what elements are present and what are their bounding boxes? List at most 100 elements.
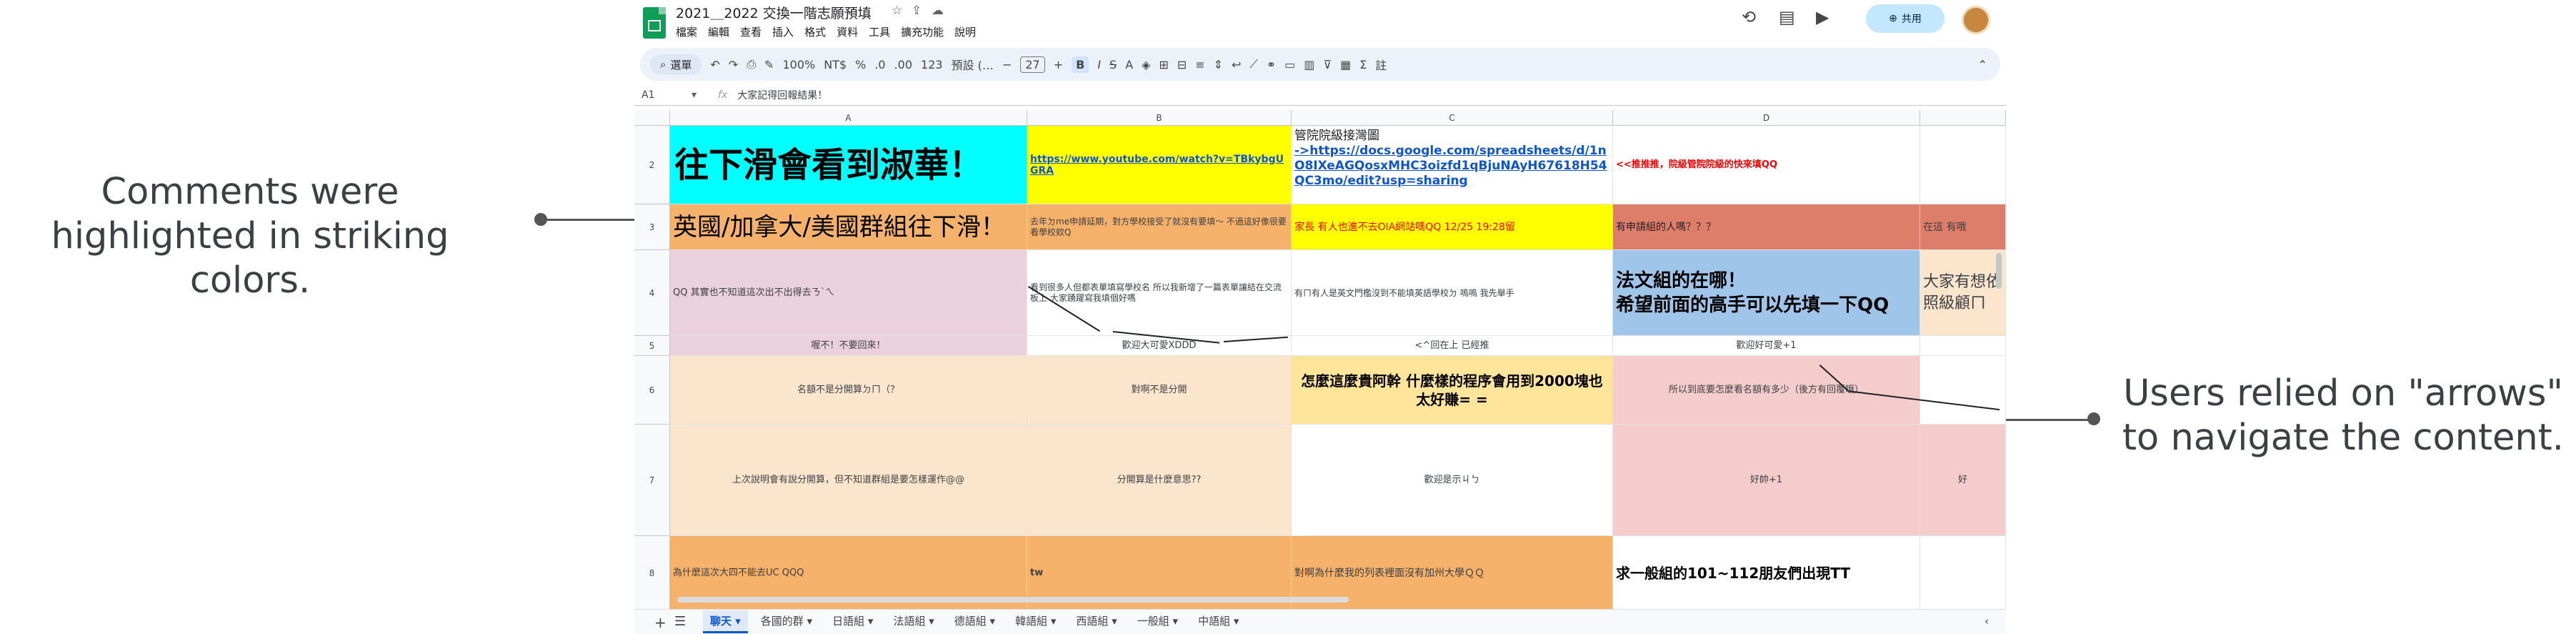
insert-link-icon[interactable]: ⚭	[1267, 58, 1276, 71]
menu-data[interactable]: 資料	[837, 24, 858, 39]
menu-file[interactable]: 檔案	[676, 24, 697, 39]
share-button[interactable]: ⊕ 共用	[1866, 4, 1945, 33]
cell-a7[interactable]: 上次說明會有說分開算，但不知道群組是要怎樣運作@@	[670, 425, 1027, 536]
redo-icon[interactable]: ↷	[729, 58, 738, 71]
row-header-4[interactable]: 4	[634, 250, 670, 336]
menu-tools[interactable]: 工具	[869, 24, 890, 39]
cell-b6[interactable]: 對啊不是分開	[1027, 356, 1292, 425]
cell-e5[interactable]	[1920, 336, 2006, 356]
sheet-tab-chat[interactable]: 聊天 ▾	[703, 610, 748, 633]
star-icon[interactable]: ☆	[892, 4, 902, 18]
cell-d5[interactable]: 歡迎好可愛+1	[1613, 336, 1920, 356]
cell-c3[interactable]: 家長 有人也進不去OIA網站嗎QQ 12/25 19:28留	[1292, 204, 1613, 250]
menu-edit[interactable]: 編輯	[708, 24, 729, 39]
sheets-logo-icon[interactable]	[643, 7, 666, 39]
sheet-tab-korean[interactable]: 韓語組 ▾	[1008, 610, 1063, 633]
vertical-scrollbar[interactable]	[1996, 253, 2002, 289]
fill-color-icon[interactable]: ◈	[1142, 58, 1150, 71]
horizontal-scrollbar[interactable]	[677, 597, 1349, 603]
text-rotate-icon[interactable]: ⟋	[1249, 57, 1257, 71]
cell-e8[interactable]	[1920, 536, 2006, 610]
filter-views-icon[interactable]: ▦	[1340, 58, 1351, 71]
row-header-3[interactable]: 3	[634, 204, 670, 250]
cell-d7[interactable]: 好帥+1	[1613, 425, 1920, 536]
filter-icon[interactable]: ⊽	[1323, 58, 1332, 71]
cell-d8[interactable]: 求一般組的101~112朋友們出現TT	[1613, 536, 1920, 610]
cell-d6[interactable]: 所以到底要怎麼看名額有多少（後方有回覆哦）	[1613, 356, 1920, 425]
number-format-button[interactable]: 123	[921, 58, 943, 71]
zoom-select[interactable]: 100%	[782, 58, 815, 71]
cell-b2[interactable]: https://www.youtube.com/watch?v=TBkybgUG…	[1027, 126, 1292, 204]
sheet-tab-chinese[interactable]: 中語組 ▾	[1191, 610, 1246, 633]
currency-button[interactable]: NT$	[824, 58, 847, 71]
align-vertical-icon[interactable]: ⇕	[1214, 58, 1223, 71]
menu-format[interactable]: 格式	[804, 24, 826, 39]
row-header-6[interactable]: 6	[634, 356, 670, 425]
sheet-tab-japanese[interactable]: 日語組 ▾	[825, 610, 880, 633]
paint-format-icon[interactable]: ✎	[764, 58, 774, 71]
history-icon[interactable]: ⟲	[1742, 7, 1756, 27]
font-size-decrease-icon[interactable]: −	[1002, 58, 1012, 71]
menu-extensions[interactable]: 擴充功能	[901, 24, 944, 39]
functions-icon[interactable]: Σ	[1359, 58, 1367, 71]
collapse-sidepanel-icon[interactable]: ‹	[1977, 612, 1996, 633]
col-header-b[interactable]: B	[1027, 110, 1292, 126]
row-header-5[interactable]: 5	[634, 336, 670, 356]
cloud-status-icon[interactable]: ☁	[932, 4, 944, 18]
menu-view[interactable]: 查看	[740, 24, 762, 39]
row-header-8[interactable]: 8	[634, 536, 670, 610]
cell-e2[interactable]	[1920, 126, 2006, 204]
cell-c4[interactable]: 有ㄇ有人是英文門檻沒到不能填英語學校ㄉ 嗚嗚 我先舉手	[1292, 250, 1613, 336]
meet-icon[interactable]: ▶	[1816, 7, 1829, 27]
cell-b4[interactable]: 看到很多人但都表單填寫學校名 所以我新增了一篇表單讓結在交流板上 大家踴躍寫我填…	[1027, 250, 1292, 336]
comment-mode-button[interactable]: 註	[1375, 56, 1387, 73]
cell-a4[interactable]: QQ 其實也不知道這次出不出得去ㄋˋㄟ	[670, 250, 1027, 336]
strikethrough-button[interactable]: S	[1109, 58, 1117, 71]
text-wrap-icon[interactable]: ↩	[1232, 58, 1241, 71]
cell-b3[interactable]: 去年ㄉme申請延期，對方學校接受了就沒有要填～ 不過這好像很要看學校欸Q	[1027, 204, 1292, 250]
cell-c7[interactable]: 歡迎是示ㄐㄅ	[1292, 425, 1613, 536]
search-menus-box[interactable]: ⌕ 選單	[650, 54, 702, 75]
print-icon[interactable]: ⎙	[747, 57, 756, 71]
cell-c6[interactable]: 怎麼這麼貴阿幹 什麼樣的程序會用到2000塊也太好賺= =	[1292, 356, 1613, 425]
increase-decimal-button[interactable]: .00	[894, 58, 912, 71]
col-header-a[interactable]: A	[670, 110, 1027, 126]
doc-title[interactable]: 2021＿2022 交換一階志願預填	[676, 3, 872, 22]
font-size-input[interactable]: 27	[1020, 56, 1045, 73]
borders-icon[interactable]: ⊞	[1159, 58, 1168, 71]
collapse-toolbar-icon[interactable]: ⌃	[1978, 58, 1987, 71]
align-horizontal-icon[interactable]: ≡	[1195, 58, 1204, 71]
cell-d2[interactable]: <<推推推，院級管院院級的快來填QQ	[1613, 126, 1920, 204]
italic-button[interactable]: I	[1097, 58, 1101, 71]
chevron-down-icon[interactable]: ▾	[692, 89, 697, 101]
cell-e7[interactable]: 好	[1920, 425, 2006, 536]
move-icon[interactable]: ⇪	[912, 4, 922, 18]
bold-button[interactable]: B	[1072, 56, 1089, 73]
formula-input[interactable]: 大家記得回報結果！	[737, 88, 827, 102]
sheet-tab-countries[interactable]: 各國的群 ▾	[754, 610, 819, 633]
all-sheets-icon[interactable]: ☰	[667, 611, 693, 634]
cell-c2[interactable]: 管院院級接灣圖 ->https://docs.google.com/spread…	[1292, 126, 1613, 204]
cell-reference[interactable]: A1	[634, 89, 692, 101]
cell-a6[interactable]: 名額不是分開算ㄉㄇ（？	[670, 356, 1027, 425]
cell-e4[interactable]: 大家有想依照級顧ㄇ	[1920, 250, 2006, 336]
comments-icon[interactable]: ▤	[1779, 7, 1795, 27]
cell-e3[interactable]: 在這 有哦	[1920, 204, 2006, 250]
sheet-tab-french[interactable]: 法語組 ▾	[886, 610, 941, 633]
cell-d3[interactable]: 有申請組的人嗎？？？	[1613, 204, 1920, 250]
cell-a2[interactable]: 往下滑會看到淑華！	[670, 126, 1027, 204]
percent-button[interactable]: %	[855, 58, 866, 71]
col-header-d[interactable]: D	[1613, 110, 1920, 126]
cell-b7[interactable]: 分開算是什麼意思??	[1027, 425, 1292, 536]
sheet-tab-spanish[interactable]: 西語組 ▾	[1069, 610, 1124, 633]
col-header-c[interactable]: C	[1292, 110, 1613, 126]
font-size-increase-icon[interactable]: +	[1054, 58, 1063, 71]
cell-d4[interactable]: 法文組的在哪！ 希望前面的高手可以先填一下QQ	[1613, 250, 1920, 336]
undo-icon[interactable]: ↶	[710, 58, 719, 71]
sheet-tab-general[interactable]: 一般組 ▾	[1130, 610, 1185, 633]
cell-a5[interactable]: 喔不！不要回來！	[670, 336, 1027, 356]
decrease-decimal-button[interactable]: .0	[874, 58, 885, 71]
cell-e6[interactable]	[1920, 356, 2006, 425]
menu-insert[interactable]: 插入	[772, 24, 794, 39]
insert-chart-icon[interactable]: ▥	[1304, 58, 1314, 71]
